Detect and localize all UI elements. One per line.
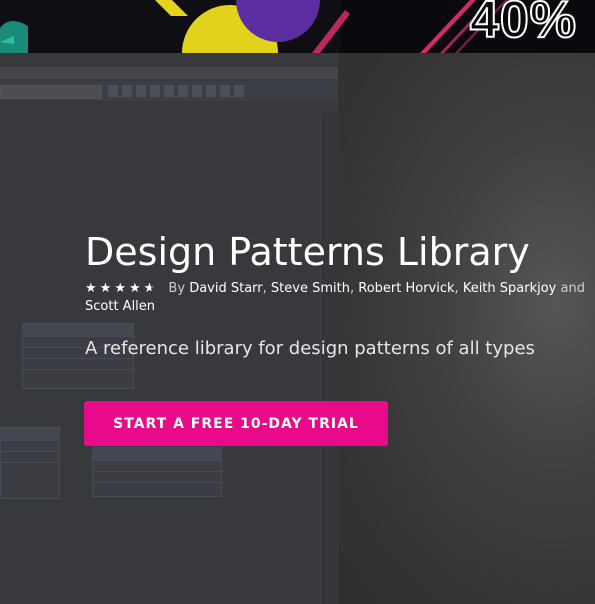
- course-page: 40% ⌁ Design Patterns Library ★★★★★ ★ By…: [0, 0, 595, 604]
- start-trial-button[interactable]: START A FREE 10-DAY TRIAL: [84, 401, 388, 446]
- star-half-icon: ★: [144, 280, 159, 298]
- star-icon: ★: [114, 281, 129, 296]
- author-link[interactable]: Keith Sparkjoy: [463, 281, 557, 296]
- author-link[interactable]: Robert Horvick: [358, 281, 454, 296]
- course-title: Design Patterns Library: [85, 230, 530, 274]
- promo-discount: 40%: [469, 0, 577, 50]
- hero-overlay: [0, 53, 595, 604]
- star-icon: ★: [128, 281, 144, 296]
- author-link[interactable]: Steve Smith: [271, 281, 350, 296]
- author-separator: ,: [454, 281, 459, 296]
- star-icon: ★: [85, 281, 100, 296]
- and-label: and: [560, 281, 585, 296]
- course-description: A reference library for design patterns …: [85, 338, 535, 359]
- star-icon: ★: [99, 281, 115, 296]
- author-link[interactable]: Scott Allen: [85, 299, 155, 314]
- author-separator: ,: [262, 281, 267, 296]
- course-meta: ★★★★★ By David Starr, Steve Smith, Rober…: [85, 280, 595, 316]
- promo-banner[interactable]: 40%: [0, 0, 595, 53]
- author-separator: ,: [349, 281, 355, 296]
- course-hero: ⌁ Design Patterns Library ★★★★★ By David…: [0, 53, 595, 604]
- rating-stars: ★★★★★: [85, 280, 158, 298]
- by-label: By: [168, 281, 186, 296]
- author-link[interactable]: David Starr: [189, 281, 262, 296]
